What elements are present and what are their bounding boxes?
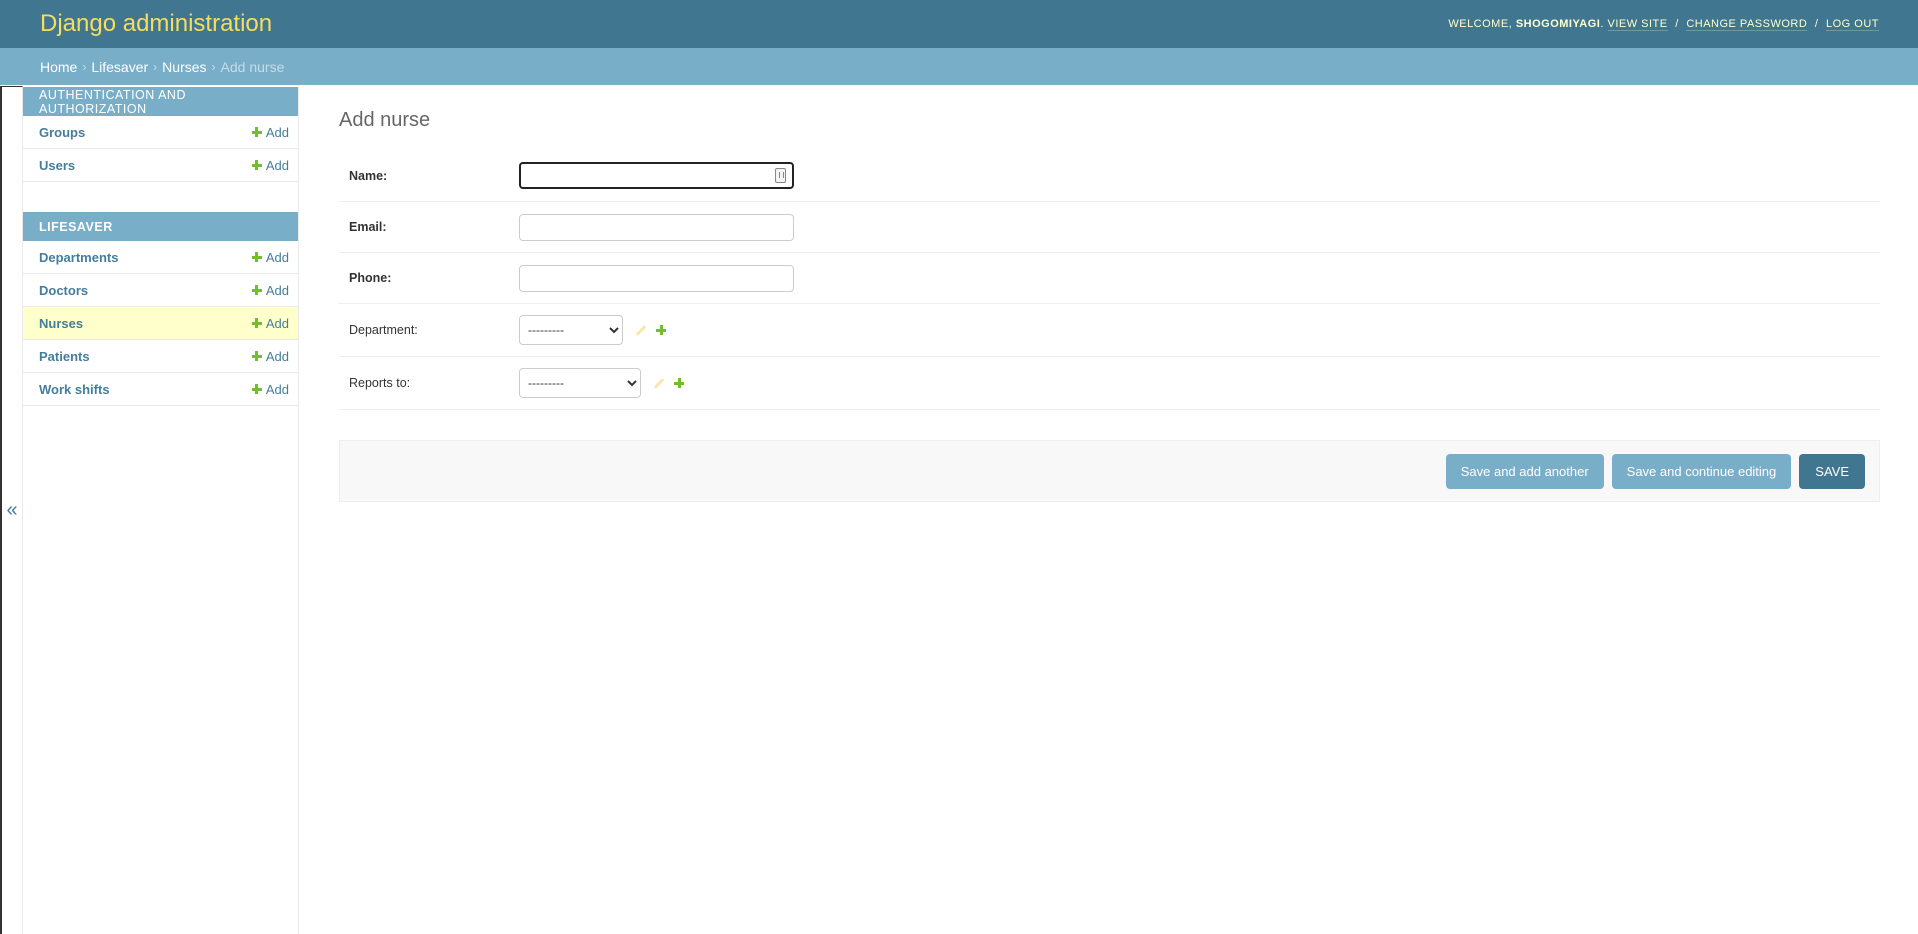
plus-icon bbox=[251, 351, 262, 361]
plus-icon bbox=[251, 160, 262, 170]
department-select[interactable]: --------- bbox=[519, 315, 623, 345]
sidebar-item-groups: Groups Add bbox=[23, 116, 298, 149]
model-link[interactable]: Work shifts bbox=[39, 382, 110, 397]
submit-row: Save and add another Save and continue e… bbox=[339, 440, 1880, 502]
reports-to-select[interactable]: --------- bbox=[519, 368, 641, 398]
add-link[interactable]: Add bbox=[251, 348, 289, 364]
module-caption[interactable]: AUTHENTICATION AND AUTHORIZATION bbox=[23, 87, 298, 116]
form-row-reports-to: Reports to: --------- bbox=[339, 357, 1880, 410]
add-link[interactable]: Add bbox=[251, 157, 289, 173]
name-input-wrap bbox=[519, 162, 794, 189]
add-link-label: Add bbox=[265, 282, 289, 298]
separator: / bbox=[1814, 18, 1819, 30]
content: Add nurse Name: Email: Phone: Department… bbox=[299, 85, 1918, 934]
department-label: Department: bbox=[349, 323, 418, 337]
module-caption-text[interactable]: AUTHENTICATION AND AUTHORIZATION bbox=[39, 88, 282, 116]
user-name: SHOGOMIYAGI bbox=[1515, 18, 1601, 30]
breadcrumb-home[interactable]: Home bbox=[40, 59, 77, 75]
save-and-add-another-button[interactable]: Save and add another bbox=[1445, 453, 1604, 489]
name-field[interactable] bbox=[519, 162, 794, 189]
plus-icon bbox=[251, 127, 262, 137]
toggle-sidebar-button[interactable]: « bbox=[0, 86, 23, 934]
form-row-email: Email: bbox=[339, 202, 1880, 253]
module-lifesaver: LIFESAVER Departments Add Doctors Add Nu… bbox=[23, 212, 298, 406]
main-container: « AUTHENTICATION AND AUTHORIZATION Group… bbox=[0, 85, 1918, 934]
sidebar-item-doctors: Doctors Add bbox=[23, 274, 298, 307]
add-link[interactable]: Add bbox=[251, 381, 289, 397]
change-related-pencil-icon[interactable] bbox=[653, 377, 665, 389]
sidebar-item-departments: Departments Add bbox=[23, 241, 298, 274]
change-password-link[interactable]: CHANGE PASSWORD bbox=[1686, 18, 1808, 31]
breadcrumb-arrow: › bbox=[211, 59, 216, 74]
module-caption-text[interactable]: LIFESAVER bbox=[39, 220, 113, 234]
plus-icon bbox=[251, 252, 262, 262]
page-title: Add nurse bbox=[339, 109, 431, 131]
breadcrumb: Home › Lifesaver › Nurses › Add nurse bbox=[0, 48, 1918, 85]
add-link-label: Add bbox=[265, 249, 289, 265]
add-link-label: Add bbox=[265, 348, 289, 364]
nav-sidebar: AUTHENTICATION AND AUTHORIZATION Groups … bbox=[23, 85, 299, 934]
add-link-label: Add bbox=[265, 315, 289, 331]
breadcrumb-app[interactable]: Lifesaver bbox=[91, 59, 148, 75]
view-site-link[interactable]: VIEW SITE bbox=[1607, 18, 1668, 31]
sidebar-item-patients: Patients Add bbox=[23, 340, 298, 373]
breadcrumb-arrow: › bbox=[153, 59, 158, 74]
model-link[interactable]: Groups bbox=[39, 125, 85, 140]
add-link[interactable]: Add bbox=[251, 249, 289, 265]
model-link[interactable]: Doctors bbox=[39, 283, 88, 298]
breadcrumb-current: Add nurse bbox=[220, 58, 285, 75]
autofill-icon[interactable] bbox=[775, 168, 786, 183]
form-row-name: Name: bbox=[339, 150, 1880, 202]
phone-label: Phone: bbox=[349, 271, 392, 285]
separator: / bbox=[1675, 18, 1679, 30]
form-row-department: Department: --------- bbox=[339, 304, 1880, 357]
add-link[interactable]: Add bbox=[251, 282, 289, 298]
model-link[interactable]: Patients bbox=[39, 349, 90, 364]
log-out-link[interactable]: LOG OUT bbox=[1825, 18, 1879, 31]
add-link[interactable]: Add bbox=[251, 315, 289, 331]
plus-icon bbox=[251, 285, 262, 295]
reports-to-label: Reports to: bbox=[349, 376, 411, 390]
breadcrumb-model[interactable]: Nurses bbox=[162, 59, 206, 75]
model-link[interactable]: Departments bbox=[39, 250, 118, 265]
module-auth: AUTHENTICATION AND AUTHORIZATION Groups … bbox=[23, 87, 298, 182]
form-row-phone: Phone: bbox=[339, 253, 1880, 304]
model-link[interactable]: Nurses bbox=[39, 316, 83, 331]
email-field[interactable] bbox=[519, 213, 794, 241]
name-label: Name: bbox=[349, 168, 388, 183]
email-label: Email: bbox=[349, 220, 387, 234]
header: Django administration WELCOME, SHOGOMIYA… bbox=[0, 0, 1918, 48]
site-branding[interactable]: Django administration bbox=[40, 10, 272, 38]
add-link-label: Add bbox=[265, 381, 289, 397]
add-link-label: Add bbox=[265, 124, 289, 140]
plus-icon bbox=[251, 384, 262, 394]
plus-icon bbox=[251, 318, 262, 328]
save-button[interactable]: SAVE bbox=[1799, 453, 1865, 489]
add-related-plus-icon[interactable] bbox=[656, 325, 666, 335]
breadcrumb-arrow: › bbox=[82, 59, 87, 74]
user-tools: WELCOME, SHOGOMIYAGI. VIEW SITE / CHANGE… bbox=[1448, 18, 1879, 31]
save-and-continue-button[interactable]: Save and continue editing bbox=[1611, 453, 1792, 489]
sidebar-item-nurses: Nurses Add bbox=[23, 307, 298, 340]
sidebar-item-work-shifts: Work shifts Add bbox=[23, 373, 298, 406]
related-widget-wrapper bbox=[635, 324, 666, 336]
change-related-pencil-icon[interactable] bbox=[635, 324, 647, 336]
model-link[interactable]: Users bbox=[39, 158, 75, 173]
sidebar-item-users: Users Add bbox=[23, 149, 298, 182]
add-link-label: Add bbox=[265, 157, 289, 173]
phone-field[interactable] bbox=[519, 264, 794, 292]
related-widget-wrapper bbox=[653, 377, 684, 389]
module-caption[interactable]: LIFESAVER bbox=[23, 212, 298, 241]
welcome-text: WELCOME, bbox=[1448, 18, 1513, 30]
double-chevron-left-icon: « bbox=[6, 499, 18, 521]
add-link[interactable]: Add bbox=[251, 124, 289, 140]
add-related-plus-icon[interactable] bbox=[674, 378, 684, 388]
